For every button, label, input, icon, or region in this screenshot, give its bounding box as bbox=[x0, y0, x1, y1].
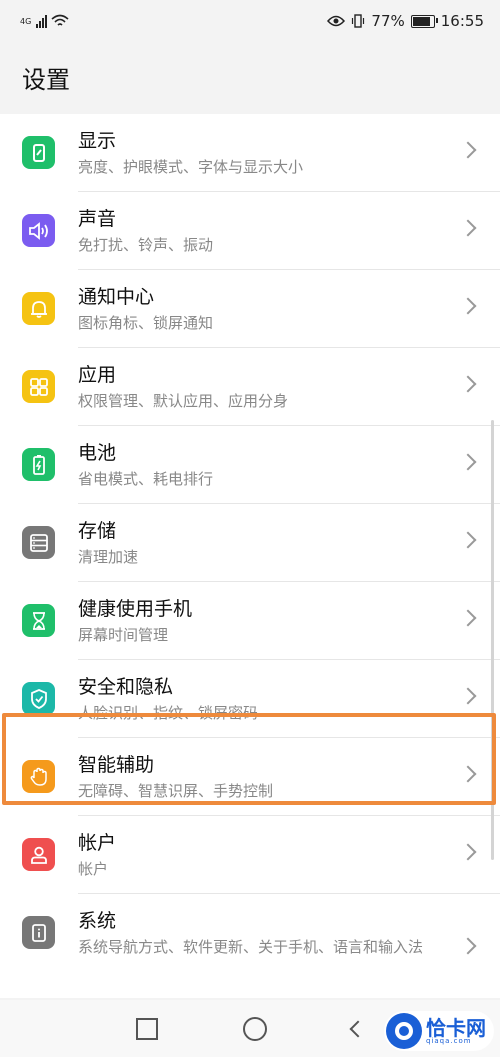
settings-item-system[interactable]: 系统 系统导航方式、软件更新、关于手机、语言和输入法 bbox=[0, 894, 500, 998]
chevron-right-icon bbox=[459, 765, 477, 783]
settings-item-label: 显示 bbox=[78, 130, 117, 152]
account-icon bbox=[22, 838, 55, 871]
battery-icon bbox=[410, 14, 438, 28]
settings-item-description: 帐户 bbox=[78, 860, 109, 878]
settings-item-label: 系统 bbox=[78, 910, 117, 932]
settings-item-accounts[interactable]: 帐户 帐户 bbox=[0, 816, 500, 894]
watermark-name: 恰卡网 bbox=[426, 1015, 486, 1040]
wifi-icon bbox=[51, 14, 69, 26]
chevron-right-icon bbox=[459, 609, 477, 627]
settings-item-security-privacy[interactable]: 安全和隐私 人脸识别、指纹、锁屏密码 bbox=[0, 660, 500, 738]
settings-item-description: 亮度、护眼模式、字体与显示大小 bbox=[78, 158, 304, 176]
settings-item-digital-balance[interactable]: 健康使用手机 屏幕时间管理 bbox=[0, 582, 500, 660]
back-button[interactable] bbox=[349, 1020, 367, 1037]
settings-item-description: 权限管理、默认应用、应用分身 bbox=[78, 392, 289, 410]
hourglass-icon bbox=[22, 604, 55, 637]
chevron-right-icon bbox=[459, 531, 477, 549]
settings-item-label: 通知中心 bbox=[78, 286, 155, 308]
hand-icon bbox=[22, 760, 55, 793]
settings-item-label: 声音 bbox=[78, 208, 117, 230]
chevron-right-icon bbox=[459, 843, 477, 861]
grid-icon bbox=[22, 370, 55, 403]
vibrate-icon bbox=[352, 14, 365, 28]
settings-item-description: 无障碍、智慧识屏、手势控制 bbox=[78, 782, 274, 800]
chevron-right-icon bbox=[459, 937, 477, 955]
settings-item-label: 安全和隐私 bbox=[78, 676, 174, 698]
watermark-logo: 恰卡网 qiaqa.com bbox=[384, 1011, 494, 1051]
settings-item-label: 电池 bbox=[78, 442, 117, 464]
settings-item-description: 系统导航方式、软件更新、关于手机、语言和输入法 bbox=[78, 938, 424, 956]
settings-item-storage[interactable]: 存储 清理加速 bbox=[0, 504, 500, 582]
storage-icon bbox=[22, 526, 55, 559]
settings-item-apps[interactable]: 应用 权限管理、默认应用、应用分身 bbox=[0, 348, 500, 426]
page-title: 设置 bbox=[22, 66, 70, 94]
watermark-url: qiaqa.com bbox=[426, 1036, 472, 1045]
chevron-right-icon bbox=[459, 375, 477, 393]
bell-icon bbox=[22, 292, 55, 325]
chevron-right-icon bbox=[459, 687, 477, 705]
settings-list: 显示 亮度、护眼模式、字体与显示大小 声音 免打扰、铃声、振动 通知中心 图标角… bbox=[0, 114, 500, 998]
settings-item-description: 屏幕时间管理 bbox=[78, 626, 169, 644]
chevron-right-icon bbox=[459, 453, 477, 471]
settings-item-description: 图标角标、锁屏通知 bbox=[78, 314, 214, 332]
settings-item-description: 人脸识别、指纹、锁屏密码 bbox=[78, 704, 259, 722]
status-bar: 4G 77% 16:55 bbox=[0, 0, 500, 42]
display-icon bbox=[22, 136, 55, 169]
shield-icon bbox=[22, 682, 55, 715]
speaker-icon bbox=[22, 214, 55, 247]
settings-item-description: 清理加速 bbox=[78, 548, 139, 566]
settings-item-label: 健康使用手机 bbox=[78, 598, 193, 620]
chevron-right-icon bbox=[459, 219, 477, 237]
chevron-right-icon bbox=[459, 297, 477, 315]
settings-item-label: 存储 bbox=[78, 520, 117, 542]
header: 设置 bbox=[0, 42, 500, 108]
chevron-right-icon bbox=[459, 141, 477, 159]
settings-item-label: 智能辅助 bbox=[78, 754, 155, 776]
signal-icon bbox=[36, 14, 48, 28]
recent-apps-button[interactable] bbox=[136, 1017, 158, 1040]
logo-icon bbox=[386, 1013, 422, 1049]
settings-item-display[interactable]: 显示 亮度、护眼模式、字体与显示大小 bbox=[0, 114, 500, 192]
settings-item-label: 应用 bbox=[78, 364, 117, 386]
system-info-icon bbox=[22, 916, 55, 949]
settings-item-label: 帐户 bbox=[78, 832, 117, 854]
settings-item-description: 免打扰、铃声、振动 bbox=[78, 236, 214, 254]
battery-icon bbox=[22, 448, 55, 481]
eye-icon bbox=[327, 15, 346, 27]
scrollbar[interactable] bbox=[491, 420, 494, 860]
battery-percent: 77% bbox=[371, 12, 405, 30]
settings-item-description: 省电模式、耗电排行 bbox=[78, 470, 214, 488]
settings-item-sound[interactable]: 声音 免打扰、铃声、振动 bbox=[0, 192, 500, 270]
clock: 16:55 bbox=[440, 12, 484, 30]
home-button[interactable] bbox=[243, 1016, 267, 1041]
network-type: 4G bbox=[20, 16, 32, 26]
settings-item-notifications[interactable]: 通知中心 图标角标、锁屏通知 bbox=[0, 270, 500, 348]
settings-item-smart-assistance[interactable]: 智能辅助 无障碍、智慧识屏、手势控制 bbox=[0, 738, 500, 816]
settings-item-battery[interactable]: 电池 省电模式、耗电排行 bbox=[0, 426, 500, 504]
